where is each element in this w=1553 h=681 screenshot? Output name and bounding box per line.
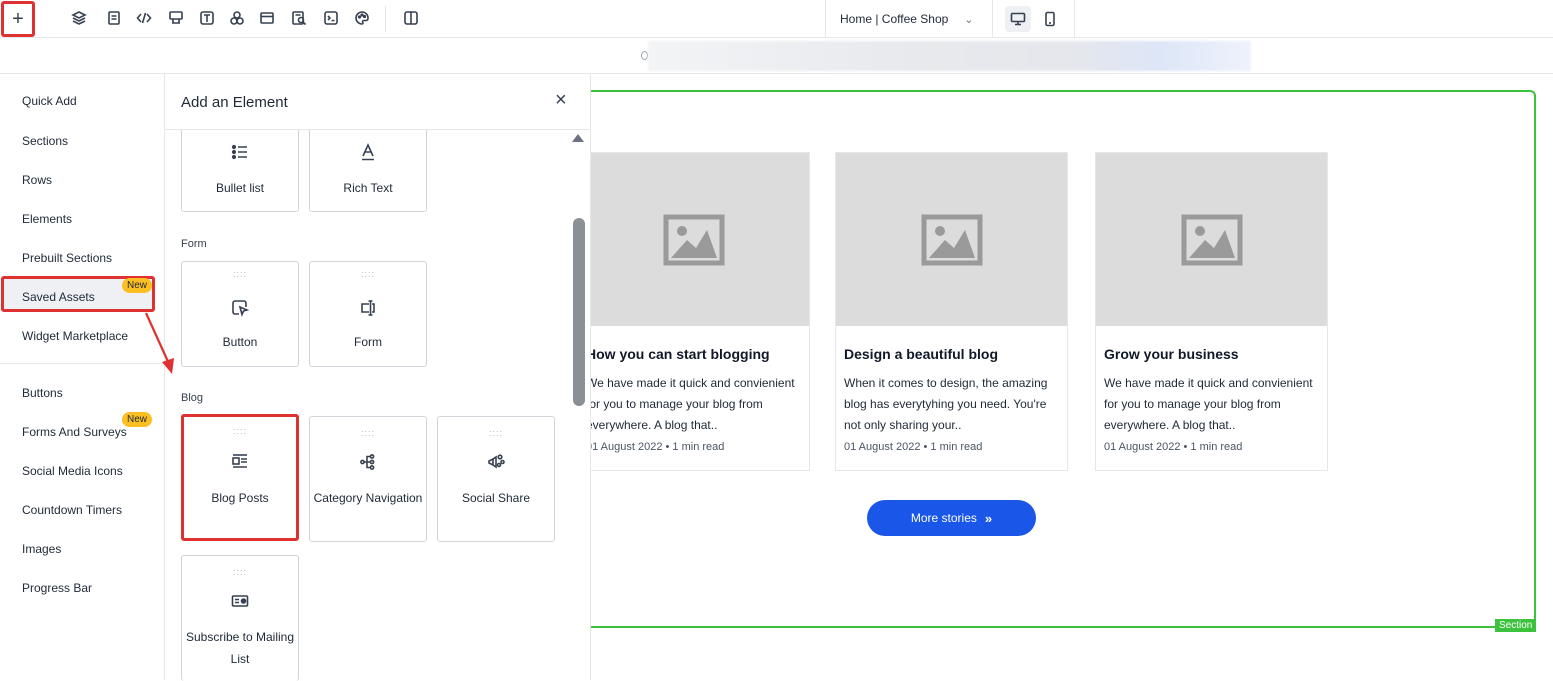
- card-label: Blog Posts: [211, 491, 269, 505]
- blog-post-card[interactable]: How you can start blogging We have made …: [591, 152, 810, 471]
- card-label: Form: [354, 335, 382, 349]
- more-stories-label: More stories: [910, 511, 977, 525]
- mobile-icon[interactable]: [1037, 6, 1063, 32]
- nav-buttons[interactable]: Buttons: [22, 386, 63, 400]
- new-badge: New: [122, 412, 153, 427]
- subscribe-icon: [182, 592, 298, 610]
- page-icon[interactable]: [105, 9, 123, 27]
- social-share-icon: [438, 453, 554, 471]
- blog-post-card[interactable]: Grow your business We have made it quick…: [1095, 152, 1328, 471]
- section-tag[interactable]: Section: [1495, 619, 1537, 632]
- new-badge: New: [122, 278, 153, 293]
- drag-handle-icon: ::::: [488, 428, 503, 438]
- card-label: Button: [222, 335, 258, 349]
- chevron-down-icon: ⌄: [964, 13, 974, 26]
- card-label: Social Share: [461, 491, 531, 505]
- widget-icon[interactable]: [167, 9, 185, 27]
- nav-elements[interactable]: Elements: [22, 212, 72, 226]
- page-selector-label: Home | Coffee Shop: [840, 12, 949, 26]
- page-canvas: Section How you can start blogging We ha…: [591, 74, 1553, 680]
- image-placeholder-icon: [836, 153, 1067, 326]
- post-meta: 01 August 2022 • 1 min read: [844, 441, 983, 453]
- nav-social-media-icons[interactable]: Social Media Icons: [22, 464, 123, 478]
- element-card-social-share[interactable]: :::: Social Share: [437, 416, 555, 542]
- nav-prebuilt-sections[interactable]: Prebuilt Sections: [22, 251, 112, 265]
- post-meta: 01 August 2022 • 1 min read: [1104, 441, 1243, 453]
- nav-images[interactable]: Images: [22, 542, 61, 556]
- card-label: Rich Text: [343, 181, 393, 195]
- card-label: Category Navigation: [313, 491, 423, 505]
- element-card-blog-posts[interactable]: :::: Blog Posts: [181, 414, 299, 541]
- post-excerpt: We have made it quick and convienient fo…: [591, 376, 795, 432]
- post-meta: 01 August 2022 • 1 min read: [591, 441, 725, 453]
- integrations-icon[interactable]: [228, 9, 246, 27]
- element-card-form[interactable]: :::: Form: [309, 261, 427, 367]
- element-card-subscribe[interactable]: :::: Subscribe to Mailing List: [181, 555, 299, 681]
- blog-posts-icon: [184, 453, 296, 471]
- page-selector[interactable]: Home | Coffee Shop ⌄: [825, 0, 993, 38]
- drag-handle-icon: ::::: [360, 269, 375, 279]
- form-input-icon: [310, 299, 426, 317]
- button-cursor-icon: [182, 299, 298, 317]
- drag-handle-icon: ::::: [360, 428, 375, 438]
- scroll-up-icon[interactable]: [572, 134, 584, 142]
- image-placeholder-icon: [1096, 153, 1327, 326]
- post-title: Grow your business: [1104, 346, 1239, 362]
- url-status-icon: [641, 51, 648, 60]
- nav-rows[interactable]: Rows: [22, 173, 52, 187]
- blog-post-card[interactable]: Design a beautiful blog When it comes to…: [835, 152, 1068, 471]
- image-placeholder-icon: [591, 153, 809, 326]
- nav-countdown-timers[interactable]: Countdown Timers: [22, 503, 122, 517]
- left-navigation: Quick Add Sections Rows Elements Prebuil…: [0, 74, 164, 680]
- top-toolbar: + Home | Coffee Shop ⌄: [0, 0, 1553, 38]
- search-page-icon[interactable]: [290, 9, 308, 27]
- drag-handle-icon: ::::: [232, 269, 247, 279]
- panel-scrollbar[interactable]: [573, 218, 585, 406]
- nav-divider: [0, 363, 164, 364]
- card-label: Bullet list: [215, 181, 265, 195]
- post-excerpt: When it comes to design, the amazing blo…: [844, 376, 1048, 432]
- post-title: How you can start blogging: [591, 346, 770, 362]
- text-icon[interactable]: [198, 9, 216, 27]
- post-title: Design a beautiful blog: [844, 346, 999, 362]
- terminal-icon[interactable]: [322, 9, 340, 27]
- post-excerpt: We have made it quick and convienient fo…: [1104, 376, 1313, 432]
- layout-icon[interactable]: [258, 9, 276, 27]
- group-label-blog: Blog: [181, 392, 204, 404]
- nav-progress-bar[interactable]: Progress Bar: [22, 581, 92, 595]
- element-card-category-navigation[interactable]: :::: Category Navigation: [309, 416, 427, 542]
- preview-url-bar: [0, 38, 1553, 74]
- rich-text-icon: [310, 143, 426, 161]
- add-element-button[interactable]: +: [1, 1, 35, 37]
- more-stories-button[interactable]: More stories »: [867, 500, 1036, 536]
- card-label: Subscribe to Mailing List: [185, 630, 295, 666]
- element-card-rich-text[interactable]: Rich Text: [309, 130, 427, 212]
- element-card-button[interactable]: :::: Button: [181, 261, 299, 367]
- double-chevron-right-icon: »: [984, 510, 993, 526]
- nav-sections[interactable]: Sections: [22, 134, 68, 148]
- palette-icon[interactable]: [353, 9, 371, 27]
- add-element-panel: Add an Element × Bullet list Rich Text F…: [164, 74, 591, 681]
- close-icon[interactable]: ×: [555, 89, 567, 112]
- code-icon[interactable]: [135, 9, 153, 27]
- toolbar-divider: [1074, 0, 1075, 38]
- category-tree-icon: [310, 453, 426, 471]
- drag-handle-icon: ::::: [232, 567, 247, 577]
- redacted-url: [648, 41, 1251, 71]
- toolbar-divider: [385, 6, 386, 32]
- layers-icon[interactable]: [70, 9, 88, 27]
- element-card-bullet-list[interactable]: Bullet list: [181, 130, 299, 212]
- nav-widget-marketplace[interactable]: Widget Marketplace: [22, 329, 128, 343]
- drag-handle-icon: ::::: [232, 426, 247, 436]
- nav-quick-add[interactable]: Quick Add: [22, 94, 77, 108]
- desktop-icon[interactable]: [1005, 6, 1031, 32]
- group-label-form: Form: [181, 238, 207, 250]
- bullet-list-icon: [182, 143, 298, 161]
- panel-toggle-icon[interactable]: [402, 9, 420, 27]
- panel-title: Add an Element: [181, 94, 288, 111]
- nav-forms-and-surveys[interactable]: Forms And Surveys: [22, 425, 127, 439]
- nav-saved-assets[interactable]: Saved Assets: [22, 290, 95, 304]
